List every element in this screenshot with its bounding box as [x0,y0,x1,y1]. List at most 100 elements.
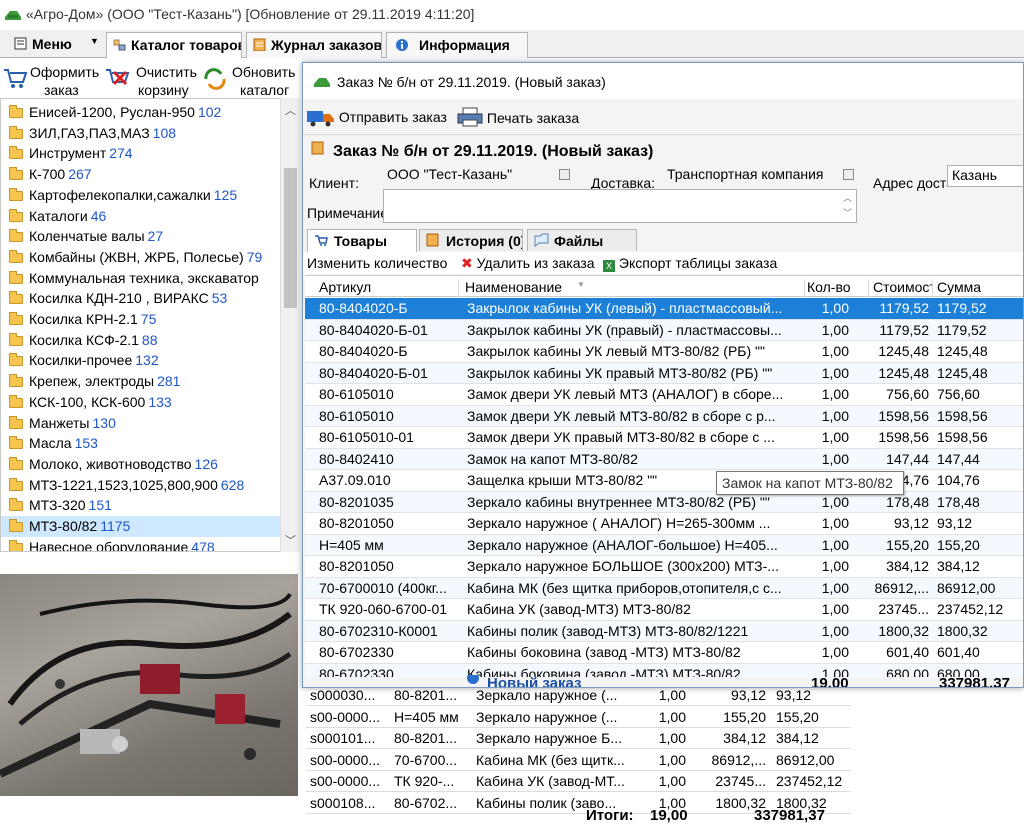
folder-icon [9,394,23,408]
tab-files[interactable]: Файлы [527,229,637,251]
table-row[interactable]: ТК 920-060-6700-01 Кабина УК (завод-МТЗ) … [305,599,1023,621]
tree-item[interactable]: Крепеж, электроды 281 [9,371,279,392]
tree-item[interactable]: Косилка КСФ-2.1 88 [9,330,279,351]
table-row[interactable]: s000030... 80-8201... Зеркало наружное (..… [306,685,851,706]
tree-item[interactable]: Косилка КДН-210 , ВИРАКС 53 [9,288,279,309]
table-row[interactable]: 80-6105010 Замок двери УК левый МТЗ (АНАЛ… [305,384,1023,406]
send-order-button[interactable]: Отправить заказ [307,107,447,127]
table-row[interactable]: 80-8404020-Б Закрылок кабины УК левый МТЗ… [305,341,1023,363]
col-name[interactable]: Наименование [465,279,805,297]
tab-info[interactable]: Информация [386,32,528,58]
col-sum[interactable]: Сумма [937,279,1017,297]
table-row[interactable]: 80-8402410 Замок на капот МТЗ-80/82 1,00 14… [305,448,1023,470]
delete-from-order-button[interactable]: ✖ Удалить из заказа [461,255,595,272]
tree-item[interactable]: Косилка КРН-2.1 75 [9,309,279,330]
table-row[interactable]: 70-6700010 (400кг... Кабина МК (без щитка… [305,577,1023,599]
tab-orders-journal[interactable]: Журнал заказов [246,32,382,58]
cell-sum: 1179,52 [937,321,987,338]
delivery-field[interactable]: Транспортная компания [663,165,857,187]
note-field[interactable]: ︿ ﹀ [383,189,857,223]
table-row[interactable]: s000101... 80-8201... Зеркало наружное Б..… [306,728,851,749]
delivery-dropdown-icon[interactable] [843,169,854,180]
table-row[interactable]: Н=405 мм Зеркало наружное (АНАЛОГ-большое… [305,534,1023,556]
table-row[interactable]: 80-8201050 Зеркало наружное ( АНАЛОГ) Н=2… [305,513,1023,535]
tree-item-count: 75 [140,311,157,327]
tree-item[interactable]: Навесное оборудование 478 [9,537,279,551]
top-tabs: Меню ▼ Каталог товаров Журнал заказов Ин… [0,30,1024,59]
tree-item[interactable]: КСК-100, КСК-600 133 [9,392,279,413]
cell-name: Закрылок кабины УК (правый) - пластмассо… [467,321,782,338]
table-row[interactable]: А37.09.010Защелка крыши МТЗ-80/82 ""1,00… [305,470,1023,492]
tab-menu[interactable]: Меню ▼ [4,32,100,58]
tab-goods[interactable]: Товары [307,229,417,252]
tree-item[interactable]: Косилки-прочее 132 [9,350,279,371]
folder-icon [9,312,23,325]
table-row[interactable]: 80-6702330 Кабины боковина (завод -МТЗ) М… [305,642,1023,664]
tree-item-label: Коленчатые валы [29,228,145,245]
change-qty-button[interactable]: Изменить количество [307,255,447,271]
table-row[interactable]: 80-8201035 Зеркало кабины внутреннее МТЗ-… [305,491,1023,513]
cell-sum: 601,40 [937,644,980,660]
chevron-up-icon[interactable]: ︿ [843,191,852,204]
table-row[interactable]: 80-8404020-Б-01 Закрылок кабины УК (правы… [305,319,1023,341]
client-dropdown-icon[interactable] [559,169,570,180]
tree-item[interactable]: ЗИЛ,ГАЗ,ПАЗ,МАЗ 108 [9,123,279,144]
table-row[interactable]: 80-6105010-01 Замок двери УК правый МТЗ-8… [305,427,1023,449]
table-row[interactable]: 80-6702310-К0001 Кабины полик (завод-МТЗ)… [305,620,1023,642]
tab-menu-label: Меню [32,36,72,52]
tree-item-label: Крепеж, электроды [29,373,155,390]
tree-item-label: Картофелекопалки,сажалки [29,186,211,203]
cell-article: 80-6702330 [319,644,394,660]
table-row[interactable]: 80-8404020-Б-01 Закрылок кабины УК правый… [305,362,1023,384]
tree-item-label: Енисей-1200, Руслан-950 [29,104,195,120]
cell-qty: 1,00 [821,364,849,381]
tree-item[interactable]: МТЗ-320 151 [9,495,279,516]
col-cost[interactable]: Стоимость [873,279,933,297]
cell-sum: 93,12 [937,515,973,531]
tree-item[interactable]: Картофелекопалки,сажалки 125 [9,185,279,206]
table-row[interactable]: 80-6105010 Замок двери УК левый МТЗ-80/82… [305,405,1023,427]
tree-item[interactable]: Каталоги 46 [9,206,279,227]
print-order-button[interactable]: Печать заказа [457,107,579,127]
col-qty[interactable]: Кол-во [807,279,869,297]
table-row[interactable]: s00-0000... ТК 920-... Кабина УК (завод-МТ… [306,771,851,792]
table-row[interactable]: s00-0000... 70-6700... Кабина МК (без щитк… [306,750,851,771]
tab-catalog[interactable]: Каталог товаров [106,32,242,59]
tree-item-count: 267 [68,166,92,183]
tree-item[interactable]: Енисей-1200, Руслан-950 102 [9,102,279,123]
tree-item[interactable]: Манжеты 130 [9,413,279,434]
make-order-button[interactable]: Оформить заказ [0,60,102,100]
tree-item[interactable]: Комбайны (ЖВН, ЖРБ, Полесье) 79 [9,247,279,268]
clear-cart-button[interactable]: Очистить корзину [104,60,200,100]
tree-item[interactable]: К-700 267 [9,164,279,185]
tree-item[interactable]: Молоко, животноводство 126 [9,454,279,475]
tree-item[interactable]: Масла 153 [9,433,279,454]
tree-item[interactable]: МТЗ-1221,1523,1025,800,900 628 [9,475,279,496]
col-article[interactable]: Артикул [319,279,459,297]
tree-item-label: Косилка КДН-210 , ВИРАКС [29,290,209,307]
address-field[interactable]: Казань [947,165,1023,187]
chevron-down-icon[interactable]: ﹀ [843,206,852,219]
table-row[interactable]: 80-8201050 Зеркало наружное БОЛЬШОЕ (300х… [305,556,1023,578]
tree-item-count: 130 [92,414,116,431]
scroll-down-icon[interactable]: ﹀ [285,532,296,548]
tree-scrollbar[interactable]: ︿ ﹀ [280,98,300,552]
cell-qty: 1,00 [658,708,686,725]
tab-history[interactable]: История (0) [419,229,523,251]
export-table-button[interactable]: X Экспорт таблицы заказа [603,255,777,272]
table-row[interactable]: 80-8404020-Б Закрылок кабины УК (левый) -… [305,298,1023,320]
cell-sum: 1245,48 [937,364,988,381]
app-icon [5,11,21,20]
table-row[interactable]: s00-0000... Н=405 мм Зеркало наружное (...… [306,707,851,728]
folder-icon [9,436,23,450]
cell-sum: 86912,00 [776,751,835,768]
refresh-catalog-button[interactable]: Обновить каталог [202,60,300,100]
tree-item[interactable]: Коленчатые валы 27 [9,226,279,247]
scrollbar-thumb[interactable] [284,168,297,308]
scroll-up-icon[interactable]: ︿ [285,102,296,118]
tree-item[interactable]: Инструмент 274 [9,143,279,164]
tree-item[interactable]: МТЗ-80/82 1175 [1,516,280,537]
tree-item[interactable]: Коммунальная техника, экскаватор [9,268,279,289]
folder-icon [9,291,23,305]
client-field[interactable]: ООО "Тест-Казань" [383,165,573,187]
